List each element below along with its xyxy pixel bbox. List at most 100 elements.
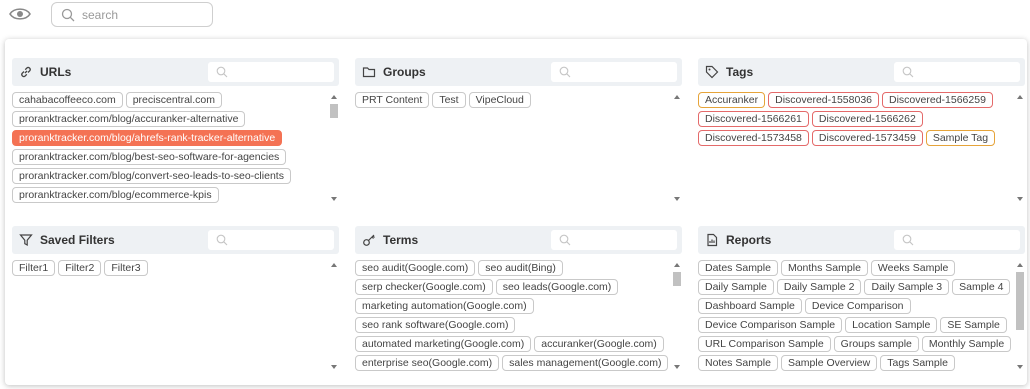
url-chip[interactable]: cahabacoffeeco.com <box>12 92 123 108</box>
term-chip[interactable]: serp checker(Google.com) <box>355 279 493 295</box>
report-chip[interactable]: Monthly Sample <box>921 336 1012 352</box>
report-chip[interactable]: Daily Sample <box>698 279 774 295</box>
search-input[interactable] <box>82 6 207 24</box>
term-chip[interactable]: accuranker(Google.com) <box>534 336 664 352</box>
tag-chip[interactable]: Discovered-1558036 <box>768 92 880 108</box>
saved-filters-search[interactable] <box>208 230 334 250</box>
terms-scrollbar[interactable] <box>672 260 682 372</box>
url-chip[interactable]: preciscentral.com <box>125 92 222 108</box>
saved-filter-chip[interactable]: Filter2 <box>58 260 102 276</box>
tag-chip[interactable]: Discovered-1566262 <box>811 111 923 127</box>
folder-icon <box>362 67 376 78</box>
term-chip[interactable]: enterprise seo(Google.com) <box>355 355 500 371</box>
tags-panel-header: Tags <box>698 58 1025 86</box>
scroll-down-arrow[interactable] <box>674 197 680 201</box>
search-icon <box>216 234 228 246</box>
term-chip[interactable]: seo audit(Google.com) <box>355 260 476 276</box>
urls-list: cahabacoffeeco.com preciscentral.com pro… <box>12 92 339 204</box>
link-icon <box>21 66 31 78</box>
reports-scrollbar[interactable] <box>1015 260 1025 372</box>
tag-chip[interactable]: Discovered-1566259 <box>882 92 993 108</box>
tags-panel-title: Tags <box>726 65 754 79</box>
term-chip[interactable]: marketing automation(Google.com) <box>355 298 534 314</box>
groups-scrollbar[interactable] <box>672 92 682 204</box>
tag-chip[interactable]: Accuranker <box>698 92 766 108</box>
scroll-down-arrow[interactable] <box>1017 365 1023 369</box>
tag-icon <box>705 65 719 79</box>
groups-list: PRT Content Test VipeCloud <box>355 92 682 204</box>
scroll-up-arrow[interactable] <box>674 263 680 267</box>
tags-list: Accuranker Discovered-1558036 Discovered… <box>698 92 1025 204</box>
tag-chip[interactable]: Discovered-1566261 <box>698 111 809 127</box>
urls-panel-header: URLs <box>12 58 339 86</box>
group-chip[interactable]: Test <box>432 92 466 108</box>
report-chip[interactable]: Device Comparison <box>804 298 911 314</box>
terms-panel-header: Terms <box>355 226 682 254</box>
term-chip[interactable]: automated marketing(Google.com) <box>355 336 532 352</box>
scroll-thumb[interactable] <box>330 104 338 118</box>
tags-scrollbar[interactable] <box>1015 92 1025 204</box>
scroll-up-arrow[interactable] <box>331 95 337 99</box>
scroll-down-arrow[interactable] <box>331 197 337 201</box>
report-chip[interactable]: URL Comparison Sample <box>698 336 831 352</box>
eye-icon[interactable] <box>9 6 31 22</box>
tag-chip[interactable]: Discovered-1573458 <box>698 130 809 146</box>
groups-panel-header: Groups <box>355 58 682 86</box>
saved-filter-chip[interactable]: Filter1 <box>12 260 56 276</box>
term-chip[interactable]: seo audit(Bing) <box>478 260 563 276</box>
url-chip-selected[interactable]: proranktracker.com/blog/ahrefs-rank-trac… <box>12 130 283 146</box>
terms-panel-title: Terms <box>383 233 419 247</box>
scroll-up-arrow[interactable] <box>674 95 680 99</box>
saved-filters-panel-header: Saved Filters <box>12 226 339 254</box>
group-chip[interactable]: VipeCloud <box>468 92 531 108</box>
saved-filter-chip[interactable]: Filter3 <box>104 260 148 276</box>
report-chip[interactable]: Sample 4 <box>952 279 1011 295</box>
search-box[interactable] <box>51 2 213 27</box>
scroll-thumb[interactable] <box>673 272 681 286</box>
report-chip[interactable]: Daily Sample 3 <box>864 279 950 295</box>
url-chip[interactable]: proranktracker.com/blog/accuranker-alter… <box>12 111 246 127</box>
url-chip[interactable]: proranktracker.com/blog/convert-seo-lead… <box>12 168 291 184</box>
report-chip[interactable]: SE Sample <box>940 317 1007 333</box>
term-chip[interactable]: sales management(Google.com) <box>502 355 669 371</box>
urls-scrollbar[interactable] <box>329 92 339 204</box>
scroll-up-arrow[interactable] <box>1017 263 1023 267</box>
url-chip[interactable]: proranktracker.com/blog/ecommerce-kpis <box>12 187 219 203</box>
term-chip[interactable]: seo leads(Google.com) <box>495 279 619 295</box>
tag-chip[interactable]: Sample Tag <box>925 130 996 146</box>
filter-icon <box>19 234 33 247</box>
report-chip[interactable]: Weeks Sample <box>870 260 956 276</box>
saved-filters-panel-title: Saved Filters <box>40 233 115 247</box>
saved-filters-list: Filter1 Filter2 Filter3 <box>12 260 339 372</box>
search-icon <box>559 66 571 78</box>
report-chip[interactable]: Notes Sample <box>698 355 778 371</box>
scroll-down-arrow[interactable] <box>1017 197 1023 201</box>
term-chip[interactable]: seo rank software(Google.com) <box>355 317 516 333</box>
report-chip[interactable]: Sample Overview <box>780 355 878 371</box>
tag-chip[interactable]: Discovered-1573459 <box>811 130 923 146</box>
report-chip[interactable]: Months Sample <box>780 260 868 276</box>
saved-filters-scrollbar[interactable] <box>329 260 339 372</box>
groups-search[interactable] <box>551 62 677 82</box>
filter-overlay: URLs cahabacoffeeco.com preciscentral.co… <box>5 39 1027 385</box>
scroll-down-arrow[interactable] <box>674 365 680 369</box>
search-icon <box>559 234 571 246</box>
urls-search[interactable] <box>208 62 334 82</box>
group-chip[interactable]: PRT Content <box>355 92 430 108</box>
terms-search[interactable] <box>551 230 677 250</box>
report-chip[interactable]: Tags Sample <box>880 355 955 371</box>
url-chip[interactable]: proranktracker.com/blog/best-seo-softwar… <box>12 149 287 165</box>
scroll-up-arrow[interactable] <box>1017 95 1023 99</box>
report-chip[interactable]: Groups sample <box>833 336 919 352</box>
report-chip[interactable]: Dates Sample <box>698 260 778 276</box>
scroll-up-arrow[interactable] <box>331 263 337 267</box>
tags-search[interactable] <box>894 62 1020 82</box>
report-chip[interactable]: Dashboard Sample <box>698 298 802 314</box>
groups-panel-title: Groups <box>383 65 426 79</box>
reports-search[interactable] <box>894 230 1020 250</box>
scroll-thumb[interactable] <box>1016 272 1024 330</box>
report-chip[interactable]: Location Sample <box>845 317 938 333</box>
report-chip[interactable]: Device Comparison Sample <box>698 317 843 333</box>
scroll-down-arrow[interactable] <box>331 365 337 369</box>
report-chip[interactable]: Daily Sample 2 <box>776 279 862 295</box>
